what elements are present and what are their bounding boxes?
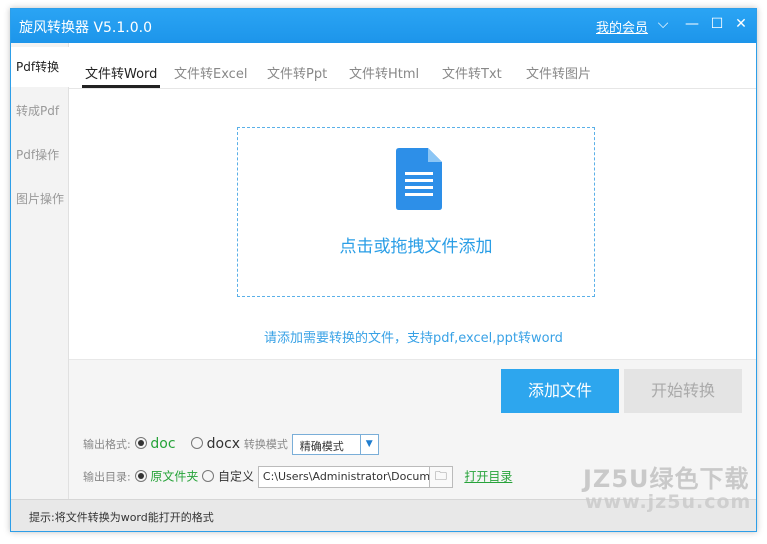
convert-mode-label: 转换模式: [243, 438, 288, 451]
active-tab-indicator: [82, 85, 160, 88]
original-folder-label[interactable]: 原文件夹: [150, 470, 198, 484]
my-membership-link[interactable]: 我的会员: [596, 17, 648, 36]
custom-folder-label[interactable]: 自定义: [218, 470, 254, 484]
open-directory-link[interactable]: 打开目录: [464, 470, 512, 484]
output-format-label: 输出格式:: [83, 438, 131, 451]
close-icon[interactable]: ✕: [733, 16, 749, 32]
tab-bar: 文件转Word 文件转Excel 文件转Ppt 文件转Html 文件转Txt 文…: [69, 43, 756, 89]
document-icon: [396, 148, 442, 210]
watermark-line-1: JZ5U绿色下载: [583, 465, 750, 493]
output-dir-row: 输出目录: 原文件夹 自定义 C:\Users\Administrator\Do…: [83, 466, 512, 488]
app-window: 旋风转换器 V5.1.0.0 我的会员 ⌵ — ☐ ✕ Pdf转换 转成Pdf …: [10, 8, 757, 532]
app-title: 旋风转换器 V5.1.0.0: [19, 20, 153, 36]
format-doc-label[interactable]: doc: [150, 436, 175, 452]
supported-formats-hint: 请添加需要转换的文件，支持pdf,excel,ppt转word: [264, 331, 563, 346]
watermark: JZ5U绿色下载 www.jz5u.com: [583, 459, 753, 529]
sidebar-item-image-operations[interactable]: 图片操作: [11, 179, 69, 219]
start-convert-button[interactable]: 开始转换: [624, 369, 742, 413]
output-dir-label: 输出目录:: [83, 470, 131, 484]
tab-to-image[interactable]: 文件转图片: [526, 63, 591, 82]
sidebar-item-pdf-operations[interactable]: Pdf操作: [11, 135, 69, 175]
convert-mode-select[interactable]: 精确模式 ▼: [291, 434, 379, 455]
original-folder-radio[interactable]: [134, 469, 147, 482]
status-text: 提示:将文件转换为word能打开的格式: [29, 511, 214, 524]
dropdown-arrow-icon: ▼: [359, 435, 378, 454]
file-drop-zone[interactable]: 点击或拖拽文件添加: [237, 127, 595, 297]
output-format-row: 输出格式: doc docx 转换模式 精确模式 ▼: [83, 434, 379, 455]
minimize-icon[interactable]: —: [684, 16, 700, 32]
tab-to-excel[interactable]: 文件转Excel: [174, 63, 247, 82]
tab-to-ppt[interactable]: 文件转Ppt: [267, 63, 327, 82]
sidebar-item-to-pdf[interactable]: 转成Pdf: [11, 91, 69, 131]
sidebar: Pdf转换 转成Pdf Pdf操作 图片操作: [11, 43, 70, 499]
output-path-input[interactable]: C:\Users\Administrator\Documents: [257, 466, 430, 488]
tab-to-txt[interactable]: 文件转Txt: [442, 63, 502, 82]
sidebar-item-pdf-convert[interactable]: Pdf转换: [11, 47, 70, 87]
add-file-button[interactable]: 添加文件: [501, 369, 619, 413]
title-bar[interactable]: 旋风转换器 V5.1.0.0 我的会员 ⌵ — ☐ ✕: [11, 9, 756, 43]
format-docx-label[interactable]: docx: [207, 436, 240, 452]
convert-mode-value: 精确模式: [299, 440, 344, 453]
drop-zone-text: 点击或拖拽文件添加: [339, 237, 493, 257]
format-docx-radio[interactable]: [190, 437, 203, 449]
watermark-line-2: www.jz5u.com: [585, 491, 752, 513]
maximize-icon[interactable]: ☐: [709, 16, 725, 32]
custom-folder-radio[interactable]: [202, 469, 215, 482]
browse-folder-icon[interactable]: 🗀: [428, 466, 453, 488]
tab-to-html[interactable]: 文件转Html: [349, 63, 419, 82]
tab-to-word[interactable]: 文件转Word: [85, 63, 157, 82]
format-doc-radio[interactable]: [134, 437, 147, 449]
chevron-down-icon[interactable]: ⌵: [655, 16, 671, 32]
